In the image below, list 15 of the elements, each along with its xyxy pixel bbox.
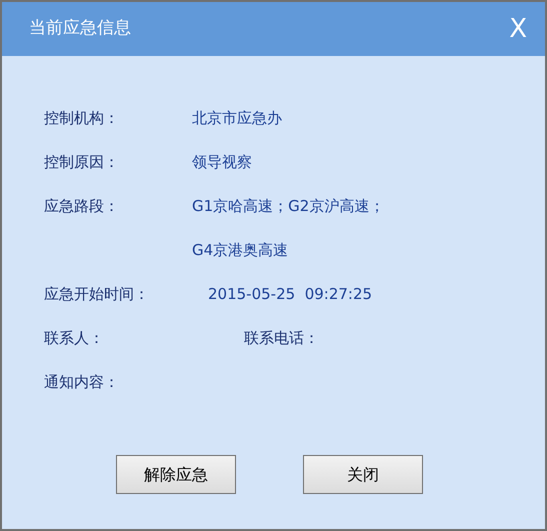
field-label: 控制原因： <box>44 152 120 173</box>
dialog-button[interactable]: 解除应急 <box>116 455 236 494</box>
field-value: 2015-05-25 09:27:25 <box>208 284 372 305</box>
field-value: 领导视察 <box>192 152 252 173</box>
dialog-button[interactable]: 关闭 <box>303 455 423 494</box>
field-label: 控制机构： <box>44 108 120 129</box>
window-title: 当前应急信息 <box>29 17 131 40</box>
field-value: G4京港奥高速 <box>192 240 290 261</box>
field-label: 通知内容： <box>44 372 120 393</box>
field-value: 北京市应急办 <box>192 108 282 129</box>
field-label: 联系电话： <box>244 328 319 349</box>
field-label: 应急路段： <box>44 196 120 217</box>
field-value: G1京哈高速；G2京沪高速； <box>192 196 384 217</box>
field-label: 联系人： <box>44 328 105 349</box>
field-label: 应急开始时间： <box>44 284 150 305</box>
